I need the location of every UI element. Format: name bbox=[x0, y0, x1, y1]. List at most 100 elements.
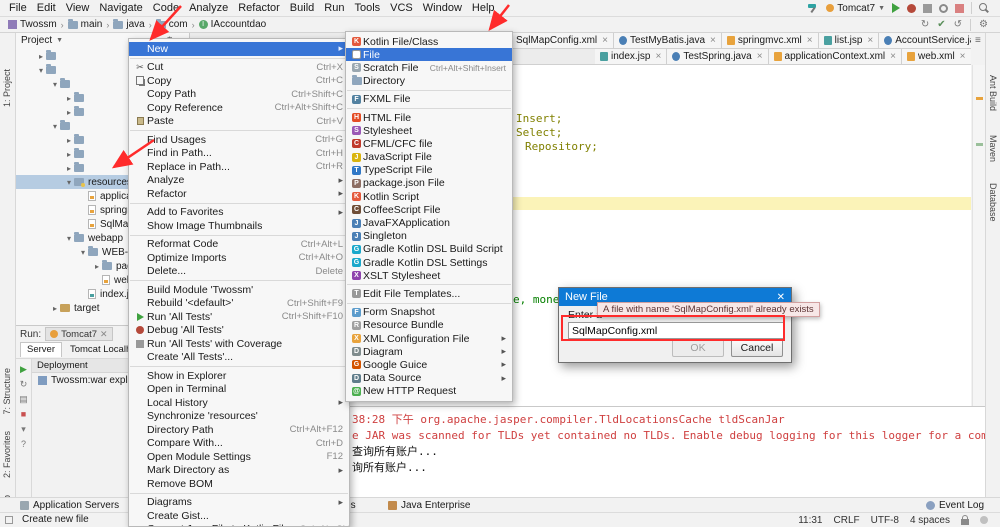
context-menu-item-delete[interactable]: Delete... Delete bbox=[129, 265, 349, 279]
run-config-tab[interactable]: Tomcat7 ✕ bbox=[45, 327, 113, 341]
context-menu-item-local-history[interactable]: Local History ▸ bbox=[129, 396, 349, 410]
context-menu-item-optimize-imports[interactable]: Optimize Imports Ctrl+Alt+O bbox=[129, 251, 349, 265]
submenu-item-xslt-stylesheet[interactable]: X XSLT Stylesheet bbox=[346, 269, 512, 282]
line-ending-selector[interactable]: CRLF bbox=[834, 515, 860, 526]
chevron-right-icon[interactable]: ▸ bbox=[36, 52, 46, 61]
profiler-button[interactable] bbox=[939, 3, 948, 13]
submenu-item-package-json-file[interactable]: Ppackage.json File bbox=[346, 177, 512, 190]
chevron-right-icon[interactable]: ▸ bbox=[64, 136, 74, 145]
chevron-right-icon[interactable]: ▸ bbox=[64, 150, 74, 159]
menu-analyze[interactable]: Analyze bbox=[184, 0, 233, 16]
settings-gear-icon[interactable]: ⚙ bbox=[979, 19, 988, 31]
history-icon[interactable]: ↺ bbox=[954, 19, 962, 31]
menu-file[interactable]: File bbox=[4, 0, 32, 16]
submenu-item-scratch-file[interactable]: S Scratch File Ctrl+Alt+Shift+Insert bbox=[346, 61, 512, 74]
build-hammer-icon[interactable] bbox=[807, 2, 819, 14]
tool-button-event-log[interactable]: Event Log bbox=[922, 498, 988, 512]
submenu-item-javafxapplication[interactable]: J JavaFXApplication bbox=[346, 216, 512, 229]
breadcrumb-iaccountdao[interactable]: I IAccountdao bbox=[197, 19, 269, 30]
submenu-item-coffeescript-file[interactable]: C CoffeeScript File bbox=[346, 203, 512, 216]
context-menu-item-remove-bom[interactable]: Remove BOM bbox=[129, 477, 349, 491]
submenu-item-data-source[interactable]: D Data Source ▸ bbox=[346, 372, 512, 385]
tool-button-structure[interactable]: 7: Structure bbox=[2, 368, 12, 415]
chevron-right-icon[interactable]: ▸ bbox=[64, 108, 74, 117]
menu-vcs[interactable]: VCS bbox=[385, 0, 418, 16]
chevron-down-icon[interactable]: ▾ bbox=[64, 234, 74, 243]
tab-list-icon[interactable]: ≡ bbox=[975, 35, 981, 46]
debug-button[interactable] bbox=[907, 3, 916, 13]
tool-button-favorites[interactable]: 2: Favorites bbox=[2, 431, 12, 478]
editor-tab-index-jsp[interactable]: index.jsp × bbox=[595, 49, 668, 64]
editor-tab-testspring-java[interactable]: TestSpring.java × bbox=[667, 49, 769, 64]
breadcrumb-com[interactable]: com bbox=[154, 18, 190, 30]
editor-tab-testmybatis-java[interactable]: TestMyBatis.java × bbox=[614, 33, 722, 48]
sort-icon[interactable]: ▤ bbox=[19, 394, 28, 404]
stop-icon[interactable]: ■ bbox=[21, 409, 26, 419]
tab-close-icon[interactable]: × bbox=[805, 35, 813, 46]
vcs-commit-icon[interactable]: ✔ bbox=[937, 19, 945, 31]
menu-run[interactable]: Run bbox=[319, 0, 349, 16]
chevron-down-icon[interactable]: ▾ bbox=[64, 178, 74, 187]
context-menu-item-compare-with[interactable]: Compare With... Ctrl+D bbox=[129, 437, 349, 451]
search-icon[interactable] bbox=[979, 2, 990, 14]
context-menu-item-analyze[interactable]: Analyze ▸ bbox=[129, 174, 349, 188]
context-menu-item-open-module-settings[interactable]: Open Module Settings F12 bbox=[129, 450, 349, 464]
expand-icon[interactable]: ▾ bbox=[21, 424, 26, 434]
tab-close-icon[interactable]: × bbox=[888, 51, 896, 62]
editor-tab-springmvc-xml[interactable]: springmvc.xml × bbox=[721, 33, 819, 48]
context-menu-item-run-all-tests-with-coverage[interactable]: Run 'All Tests' with Coverage bbox=[129, 337, 349, 351]
tab-close-icon[interactable]: × bbox=[865, 35, 873, 46]
submenu-item-edit-file-templates[interactable]: T Edit File Templates... bbox=[346, 287, 512, 300]
context-menu-item-show-image-thumbnails[interactable]: Show Image Thumbnails bbox=[129, 219, 349, 233]
menu-window[interactable]: Window bbox=[418, 0, 467, 16]
cancel-button[interactable]: Cancel bbox=[731, 339, 783, 357]
context-menu-item-mark-directory-as[interactable]: Mark Directory as ▸ bbox=[129, 464, 349, 478]
coverage-button[interactable] bbox=[923, 3, 932, 13]
run-button[interactable] bbox=[892, 3, 900, 13]
menu-tools[interactable]: Tools bbox=[349, 0, 385, 16]
help-icon[interactable]: ? bbox=[21, 439, 26, 449]
editor-tab-applicationcontext-xml[interactable]: applicationContext.xml × bbox=[768, 49, 902, 64]
editor-scrollbar[interactable] bbox=[972, 65, 985, 406]
close-icon[interactable]: ✕ bbox=[777, 292, 785, 303]
submenu-item-google-guice[interactable]: G Google Guice ▸ bbox=[346, 358, 512, 371]
submenu-item-resource-bundle[interactable]: R Resource Bundle bbox=[346, 319, 512, 332]
context-menu-item-create-all-tests[interactable]: Create 'All Tests'... bbox=[129, 351, 349, 365]
tab-close-icon[interactable]: × bbox=[708, 35, 716, 46]
vcs-update-icon[interactable]: ↻ bbox=[921, 19, 929, 31]
context-menu-item-cut[interactable]: CutCtrl+X bbox=[129, 61, 349, 75]
context-menu-item-reformat-code[interactable]: Reformat Code Ctrl+Alt+L bbox=[129, 238, 349, 252]
run-config-selector[interactable]: Tomcat7 ▼ bbox=[826, 3, 885, 14]
breadcrumb-java[interactable]: java bbox=[111, 18, 146, 30]
submenu-item-html-file[interactable]: H HTML File bbox=[346, 111, 512, 124]
context-menu-item-create-gist[interactable]: Create Gist... bbox=[129, 509, 349, 523]
tool-button-database[interactable]: Database bbox=[988, 183, 998, 222]
context-menu-item-copy-reference[interactable]: Copy Reference Ctrl+Alt+Shift+C bbox=[129, 101, 349, 115]
submenu-item-new-http-request[interactable]: @ New HTTP Request bbox=[346, 385, 512, 398]
context-menu-item-build-module-twossm[interactable]: Build Module 'Twossm' bbox=[129, 283, 349, 297]
context-menu-item-find-in-path[interactable]: Find in Path... Ctrl+H bbox=[129, 147, 349, 161]
submenu-item-gradle-kotlin-dsl-settings[interactable]: G Gradle Kotlin DSL Settings bbox=[346, 256, 512, 269]
chevron-right-icon[interactable]: ▸ bbox=[50, 304, 60, 313]
context-menu-item-copy[interactable]: Copy Ctrl+C bbox=[129, 74, 349, 88]
submenu-item-file[interactable]: File bbox=[346, 48, 512, 62]
project-panel-title[interactable]: Project bbox=[21, 35, 52, 46]
close-icon[interactable]: ✕ bbox=[100, 329, 108, 340]
stop-button[interactable] bbox=[955, 3, 964, 13]
menu-help[interactable]: Help bbox=[467, 0, 500, 16]
context-menu-item-new[interactable]: New ▸ bbox=[129, 42, 349, 56]
context-menu-item-refactor[interactable]: Refactor ▸ bbox=[129, 187, 349, 201]
submenu-item-directory[interactable]: Directory bbox=[346, 75, 512, 88]
tool-button-java-enterprise[interactable]: Java Enterprise bbox=[384, 498, 474, 512]
menu-navigate[interactable]: Navigate bbox=[94, 0, 147, 16]
context-menu-item-directory-path[interactable]: Directory Path Ctrl+Alt+F12 bbox=[129, 423, 349, 437]
context-menu-item-show-in-explorer[interactable]: Show in Explorer bbox=[129, 369, 349, 383]
submenu-item-fxml-file[interactable]: F FXML File bbox=[346, 93, 512, 106]
menu-build[interactable]: Build bbox=[285, 0, 319, 16]
editor-tab-web-xml[interactable]: web.xml × bbox=[901, 49, 971, 64]
menu-refactor[interactable]: Refactor bbox=[233, 0, 285, 16]
tab-close-icon[interactable]: × bbox=[958, 51, 966, 62]
editor-tab-list-jsp[interactable]: list.jsp × bbox=[818, 33, 880, 48]
context-menu-item-paste[interactable]: Paste Ctrl+V bbox=[129, 115, 349, 129]
submenu-item-kotlin-file-class[interactable]: K Kotlin File/Class bbox=[346, 35, 512, 48]
